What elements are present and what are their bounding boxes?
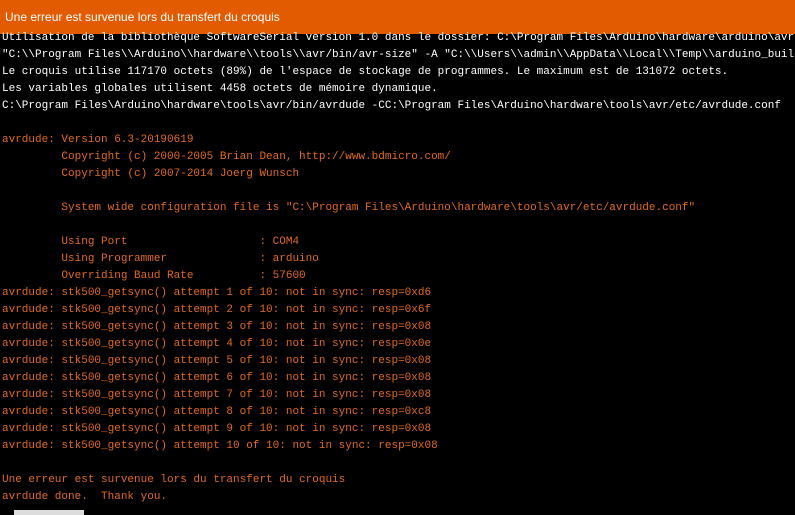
console-line: avrdude: stk500_getsync() attempt 2 of 1…: [2, 304, 432, 316]
console-line: Les variables globales utilisent 4458 oc…: [2, 83, 438, 95]
console-line: avrdude: stk500_getsync() attempt 1 of 1…: [2, 287, 432, 299]
console-line: Using Programmer : arduino: [2, 253, 319, 265]
console-line: avrdude: stk500_getsync() attempt 6 of 1…: [2, 372, 432, 384]
console-line: avrdude: stk500_getsync() attempt 9 of 1…: [2, 423, 432, 435]
console-line: avrdude: stk500_getsync() attempt 8 of 1…: [2, 406, 432, 418]
console-line: Copyright (c) 2007-2014 Joerg Wunsch: [2, 168, 300, 180]
console-line: "C:\\Program Files\\Arduino\\hardware\\t…: [2, 49, 795, 61]
console-line: avrdude: stk500_getsync() attempt 3 of 1…: [2, 321, 432, 333]
console-line: Utilisation de la bibliothèque SoftwareS…: [2, 32, 795, 44]
console-line: avrdude: stk500_getsync() attempt 10 of …: [2, 440, 438, 452]
console-line: avrdude done. Thank you.: [2, 491, 168, 503]
console-line: Using Port : COM4: [2, 236, 300, 248]
horizontal-scrollbar-track[interactable]: [0, 510, 795, 515]
console-line: avrdude: stk500_getsync() attempt 7 of 1…: [2, 389, 432, 401]
console-line: Copyright (c) 2000-2005 Brian Dean, http…: [2, 151, 451, 163]
horizontal-scrollbar-thumb[interactable]: [14, 510, 84, 515]
console-output[interactable]: Utilisation de la bibliothèque SoftwareS…: [2, 30, 795, 510]
status-bar: Une erreur est survenue lors du transfer…: [0, 0, 795, 34]
console-line: avrdude: stk500_getsync() attempt 4 of 1…: [2, 338, 432, 350]
console-line: Le croquis utilise 117170 octets (89%) d…: [2, 66, 729, 78]
console-line: avrdude: stk500_getsync() attempt 5 of 1…: [2, 355, 432, 367]
status-message: Une erreur est survenue lors du transfer…: [5, 10, 280, 24]
console-line: C:\Program Files\Arduino\hardware\tools\…: [2, 100, 781, 112]
console-line: Une erreur est survenue lors du transfer…: [2, 474, 346, 486]
console-line: avrdude: Version 6.3-20190619: [2, 134, 194, 146]
console-line: System wide configuration file is "C:\Pr…: [2, 202, 696, 214]
console-line: Overriding Baud Rate : 57600: [2, 270, 306, 282]
